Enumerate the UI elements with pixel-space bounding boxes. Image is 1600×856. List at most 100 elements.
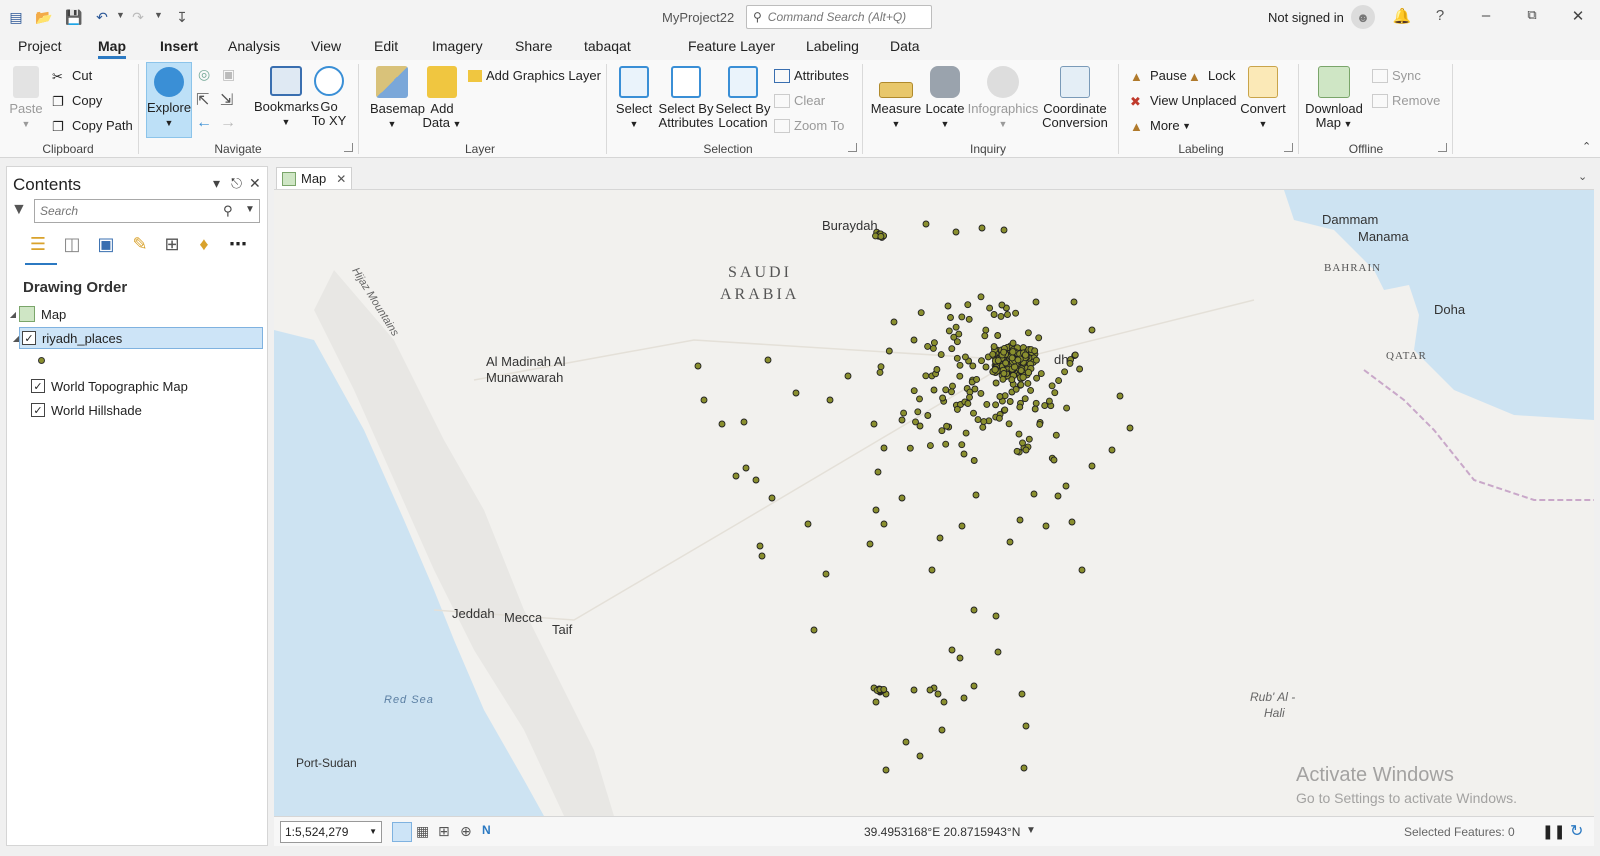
place-point[interactable] <box>970 606 978 614</box>
pane-options-icon[interactable]: ▾ <box>213 175 220 192</box>
place-point[interactable] <box>1126 424 1134 432</box>
measure-button[interactable]: Measure ▼ <box>868 66 924 131</box>
place-point[interactable] <box>937 351 945 359</box>
place-point[interactable] <box>900 409 908 417</box>
place-point[interactable] <box>880 520 888 528</box>
place-point[interactable] <box>1017 367 1025 375</box>
place-point[interactable] <box>974 416 982 424</box>
place-point[interactable] <box>1009 348 1017 356</box>
copy-path-button[interactable]: ❐ Copy Path <box>52 118 133 134</box>
place-point[interactable] <box>1041 402 1049 410</box>
place-point[interactable] <box>1027 386 1035 394</box>
place-point[interactable] <box>1001 406 1009 414</box>
minimize-icon[interactable]: – <box>1476 7 1496 24</box>
place-point[interactable] <box>978 224 986 232</box>
place-point[interactable] <box>979 423 987 431</box>
place-point[interactable] <box>948 345 956 353</box>
place-point[interactable] <box>958 313 966 321</box>
place-point[interactable] <box>958 441 966 449</box>
pause-labeling-button[interactable]: ▲ Pause <box>1130 68 1187 84</box>
place-point[interactable] <box>1031 347 1039 355</box>
place-point[interactable] <box>1116 392 1124 400</box>
cut-button[interactable]: ✂ Cut <box>52 68 92 84</box>
fixed-zoom-icon[interactable]: ▣ <box>222 66 235 83</box>
layer-visibility-checkbox[interactable]: ✓ <box>31 379 45 393</box>
place-point[interactable] <box>1032 356 1040 364</box>
clear-selection-button[interactable]: Clear <box>774 93 825 108</box>
place-point[interactable] <box>1051 389 1059 397</box>
avatar[interactable]: ☻ <box>1351 5 1375 29</box>
list-by-data-source-icon[interactable]: ◫ <box>59 231 85 257</box>
place-point[interactable] <box>1008 376 1016 384</box>
zoom-to-selection-button[interactable]: Zoom To <box>774 118 844 133</box>
place-point[interactable] <box>1063 404 1071 412</box>
place-point[interactable] <box>1012 309 1020 317</box>
notification-bell-icon[interactable]: 🔔 <box>1392 7 1412 25</box>
scale-selector[interactable]: 1:5,524,279 ▼ <box>280 821 382 843</box>
place-point[interactable] <box>966 393 973 401</box>
redo-dropdown-icon[interactable]: ▼ <box>154 10 163 20</box>
tab-project[interactable]: Project <box>18 38 62 54</box>
place-point[interactable] <box>917 309 925 317</box>
tab-edit[interactable]: Edit <box>374 38 398 54</box>
place-point[interactable] <box>969 362 977 370</box>
place-point[interactable] <box>914 408 922 416</box>
paste-button[interactable]: Paste ▼ <box>8 66 44 131</box>
scale-dropdown-icon[interactable]: ▼ <box>369 827 377 836</box>
pause-drawing-icon[interactable]: ❚❚ <box>1542 823 1565 840</box>
place-point[interactable] <box>1037 370 1045 378</box>
place-point[interactable] <box>1005 420 1013 428</box>
search-icon[interactable]: ⚲ <box>223 203 233 219</box>
previous-extent-icon[interactable]: ← <box>196 114 212 132</box>
add-data-button[interactable]: Add Data ▼ <box>422 66 462 131</box>
place-point[interactable] <box>1052 431 1060 439</box>
place-point[interactable] <box>953 354 961 362</box>
place-point[interactable] <box>991 366 999 374</box>
place-point[interactable] <box>1018 690 1026 698</box>
place-point[interactable] <box>910 336 918 344</box>
tab-view[interactable]: View <box>311 38 341 54</box>
place-point[interactable] <box>885 347 893 355</box>
place-point[interactable] <box>956 361 964 369</box>
place-point[interactable] <box>866 540 874 548</box>
restore-icon[interactable]: ⧉ <box>1522 7 1542 23</box>
place-point[interactable] <box>1062 482 1070 490</box>
copy-button[interactable]: ❐ Copy <box>52 93 102 109</box>
place-point[interactable] <box>948 388 955 396</box>
view-unplaced-button[interactable]: ✖ View Unplaced <box>1130 93 1236 109</box>
place-point[interactable] <box>964 400 972 408</box>
place-point[interactable] <box>1036 420 1044 428</box>
place-point[interactable] <box>952 228 960 236</box>
place-point[interactable] <box>970 409 977 417</box>
place-point[interactable] <box>1031 405 1039 413</box>
place-point[interactable] <box>1017 381 1025 389</box>
place-point[interactable] <box>906 444 914 452</box>
place-point[interactable] <box>1016 403 1024 411</box>
zoom-extent-icon[interactable]: ⇱ <box>196 90 209 110</box>
place-point[interactable] <box>718 420 726 428</box>
place-point[interactable] <box>936 534 944 542</box>
tab-imagery[interactable]: Imagery <box>432 38 483 54</box>
place-point[interactable] <box>1030 490 1038 498</box>
place-point[interactable] <box>972 491 980 499</box>
select-button[interactable]: Select ▼ <box>614 66 654 131</box>
point-symbol-icon[interactable] <box>38 357 45 364</box>
place-point[interactable] <box>981 332 989 340</box>
place-point[interactable] <box>1071 351 1079 359</box>
place-point[interactable] <box>930 386 938 394</box>
place-point[interactable] <box>1035 334 1043 342</box>
place-point[interactable] <box>990 343 998 351</box>
place-point[interactable] <box>926 442 934 450</box>
tab-share[interactable]: Share <box>515 38 552 54</box>
place-point[interactable] <box>960 694 968 702</box>
place-point[interactable] <box>1000 348 1008 356</box>
place-point[interactable] <box>1025 435 1033 443</box>
place-point[interactable] <box>928 566 936 574</box>
place-point[interactable] <box>982 363 990 371</box>
list-by-labeling-icon[interactable]: ♦ <box>191 231 217 257</box>
place-point[interactable] <box>1014 356 1022 364</box>
place-point[interactable] <box>933 366 941 373</box>
place-point[interactable] <box>1006 538 1014 546</box>
tree-item-world-topographic-map[interactable]: ✓ World Topographic Map <box>31 375 261 397</box>
place-point[interactable] <box>1016 516 1024 524</box>
